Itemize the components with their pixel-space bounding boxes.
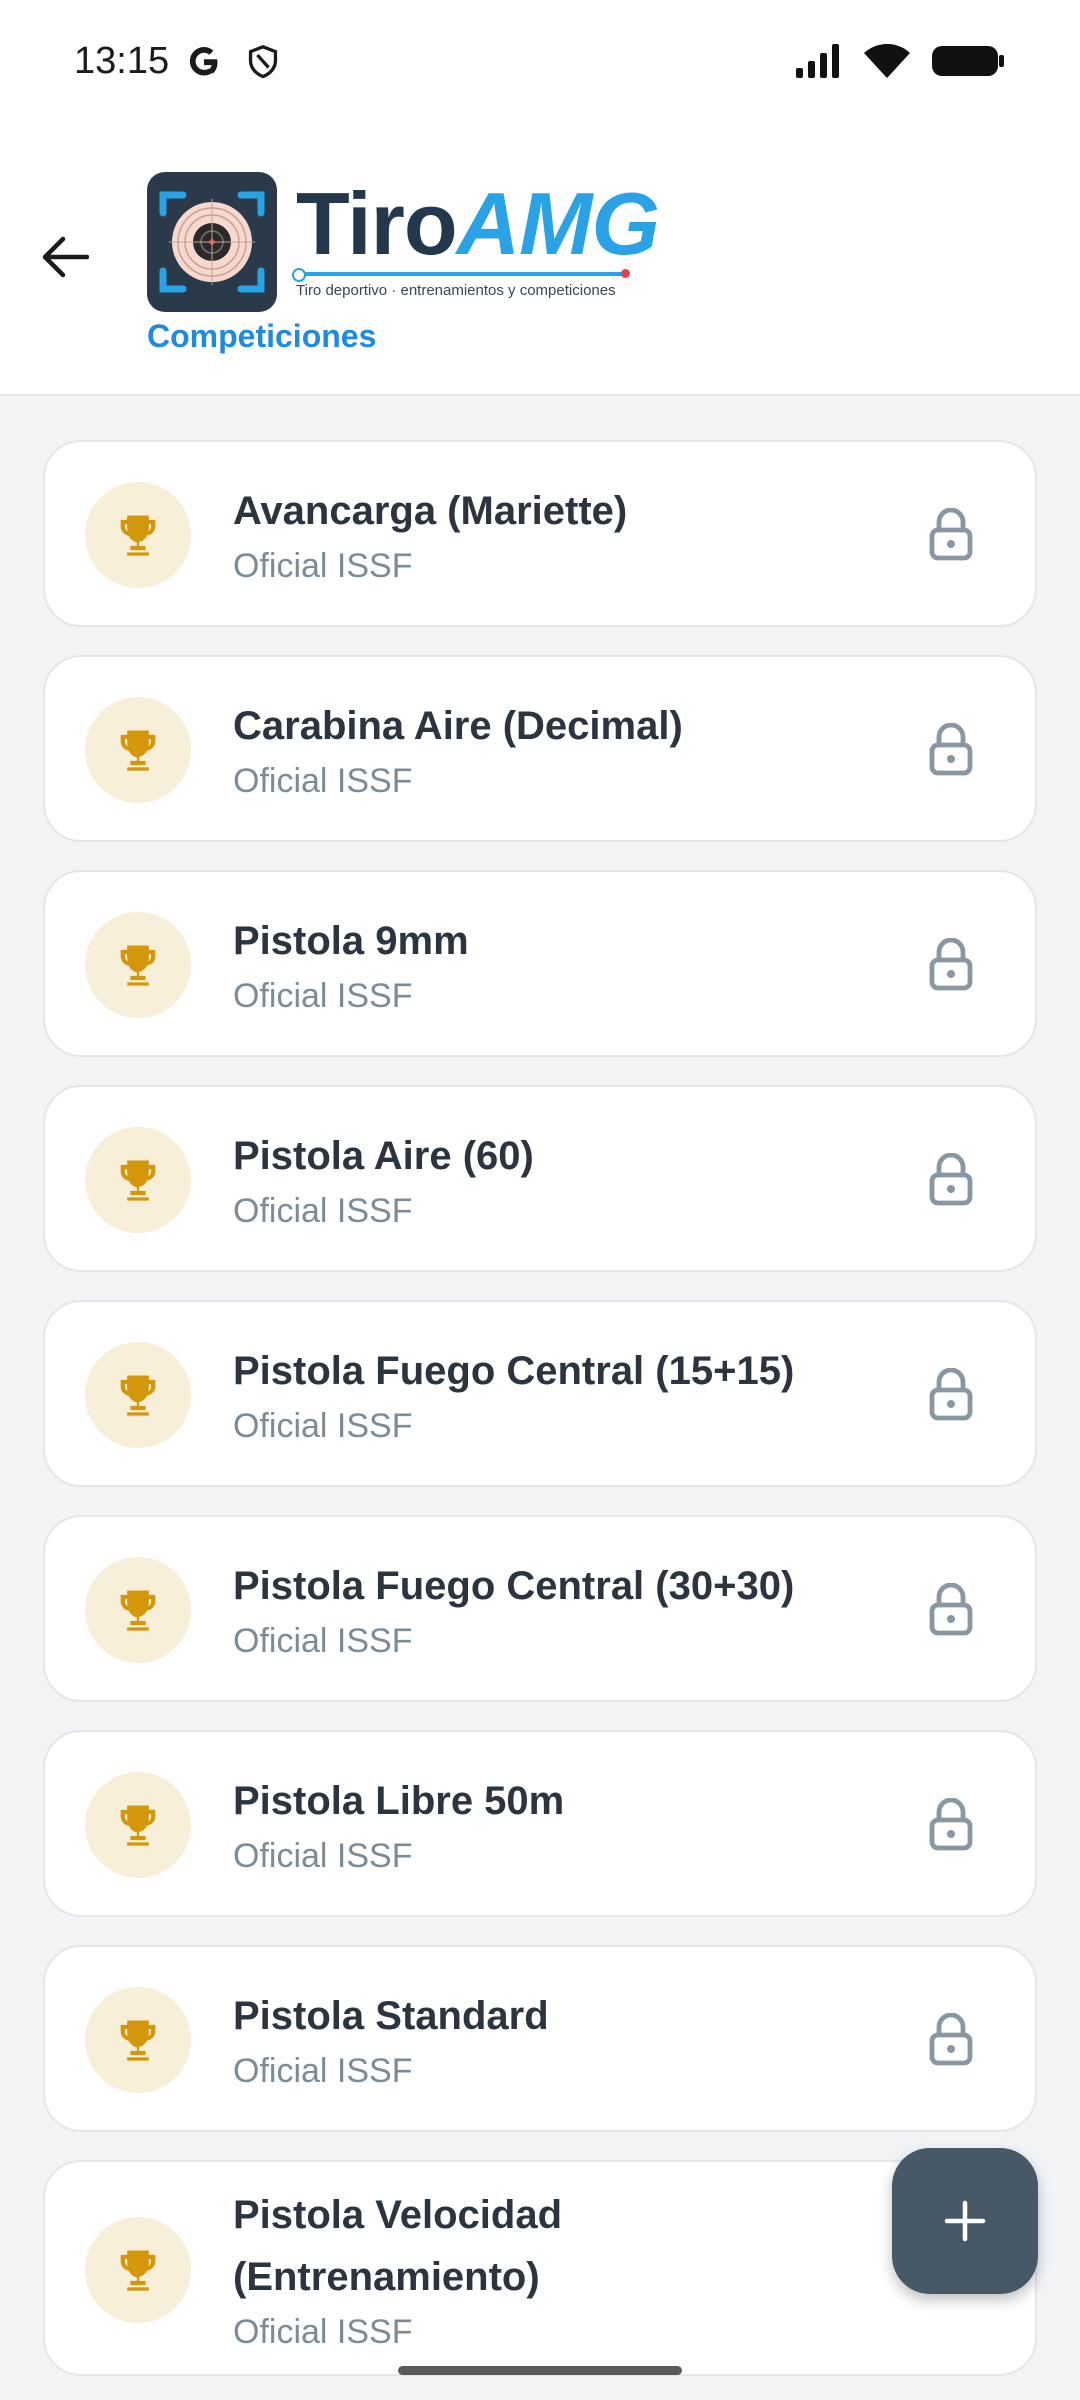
list-item[interactable]: Pistola Aire (60) Oficial ISSF: [43, 1085, 1037, 1272]
battery-icon: [932, 46, 1004, 76]
competition-title: Carabina Aire (Decimal): [233, 704, 683, 748]
trophy-icon: [120, 730, 156, 771]
trophy-icon: [120, 2020, 156, 2061]
lock-icon: [929, 1153, 973, 1206]
brand-tiro: Tiro: [296, 174, 458, 273]
app-logo: [147, 172, 277, 312]
wifi-icon: [864, 44, 910, 78]
brand-wordmark: TiroAMG Tiro deportivo · entrenamientos …: [292, 180, 660, 299]
app-screen: 13:15 TiroAMG Tiro deportivo · entrenami…: [0, 0, 1080, 2400]
lock-icon: [929, 1798, 973, 1851]
trophy-badge: [85, 697, 191, 803]
trophy-badge: [85, 1342, 191, 1448]
competition-subtitle: Oficial ISSF: [233, 977, 413, 1015]
back-button[interactable]: [30, 222, 100, 292]
trophy-icon: [120, 1375, 156, 1416]
home-indicator[interactable]: [398, 2366, 682, 2375]
competition-title: Pistola Velocidad (Entrenamiento): [233, 2193, 563, 2299]
trophy-icon: [120, 515, 156, 556]
plus-icon: [944, 2200, 986, 2242]
brand-tagline: Tiro deportivo · entrenamientos y compet…: [296, 282, 616, 299]
trophy-badge: [85, 1557, 191, 1663]
trophy-badge: [85, 482, 191, 588]
lock-icon: [929, 508, 973, 561]
target-icon: [159, 191, 265, 293]
lock-icon: [929, 938, 973, 991]
competition-list: Avancarga (Mariette) Oficial ISSF Carabi…: [43, 440, 1037, 2400]
google-icon: [189, 47, 218, 76]
list-item[interactable]: Carabina Aire (Decimal) Oficial ISSF: [43, 655, 1037, 842]
competition-title: Pistola 9mm: [233, 919, 469, 963]
trophy-icon: [120, 945, 156, 986]
competition-title: Pistola Fuego Central (30+30): [233, 1564, 795, 1608]
trophy-badge: [85, 1987, 191, 2093]
competition-title: Avancarga (Mariette): [233, 489, 628, 533]
competition-subtitle: Oficial ISSF: [233, 2313, 413, 2351]
trophy-badge: [85, 2217, 191, 2323]
trophy-icon: [120, 2250, 156, 2291]
competition-subtitle: Oficial ISSF: [233, 2052, 413, 2090]
brand-amg: AMG: [456, 174, 660, 273]
app-header: TiroAMG Tiro deportivo · entrenamientos …: [0, 132, 1080, 396]
list-item[interactable]: Pistola Fuego Central (30+30) Oficial IS…: [43, 1515, 1037, 1702]
competition-title: Pistola Aire (60): [233, 1134, 534, 1178]
page-title: Competiciones: [147, 318, 377, 354]
list-item[interactable]: Pistola Libre 50m Oficial ISSF: [43, 1730, 1037, 1917]
competition-subtitle: Oficial ISSF: [233, 1837, 413, 1875]
competition-subtitle: Oficial ISSF: [233, 1407, 413, 1445]
shield-icon: [248, 44, 278, 79]
status-time: 13:15: [74, 40, 170, 82]
competition-title: Pistola Standard: [233, 1994, 549, 2038]
list-item[interactable]: Pistola 9mm Oficial ISSF: [43, 870, 1037, 1057]
competition-title: Pistola Libre 50m: [233, 1779, 565, 1823]
trophy-badge: [85, 1127, 191, 1233]
signal-icon: [796, 44, 839, 78]
lock-icon: [929, 1368, 973, 1421]
competition-subtitle: Oficial ISSF: [233, 762, 413, 800]
list-item[interactable]: Pistola Velocidad (Entrenamiento) Oficia…: [43, 2160, 1037, 2376]
competition-title: Pistola Fuego Central (15+15): [233, 1349, 795, 1393]
competition-subtitle: Oficial ISSF: [233, 547, 413, 585]
lock-icon: [929, 723, 973, 776]
trophy-icon: [120, 1590, 156, 1631]
list-item[interactable]: Avancarga (Mariette) Oficial ISSF: [43, 440, 1037, 627]
competition-subtitle: Oficial ISSF: [233, 1622, 413, 1660]
trophy-badge: [85, 912, 191, 1018]
list-item[interactable]: Pistola Standard Oficial ISSF: [43, 1945, 1037, 2132]
list-item[interactable]: Pistola Fuego Central (15+15) Oficial IS…: [43, 1300, 1037, 1487]
trophy-icon: [120, 1160, 156, 1201]
competition-subtitle: Oficial ISSF: [233, 1192, 413, 1230]
arrow-left-icon: [42, 236, 89, 278]
trophy-icon: [120, 1805, 156, 1846]
lock-icon: [929, 1583, 973, 1636]
add-competition-button[interactable]: [892, 2148, 1038, 2294]
brand-line: [292, 268, 630, 282]
status-bar: 13:15: [0, 0, 1080, 132]
lock-icon: [929, 2013, 973, 2066]
trophy-badge: [85, 1772, 191, 1878]
